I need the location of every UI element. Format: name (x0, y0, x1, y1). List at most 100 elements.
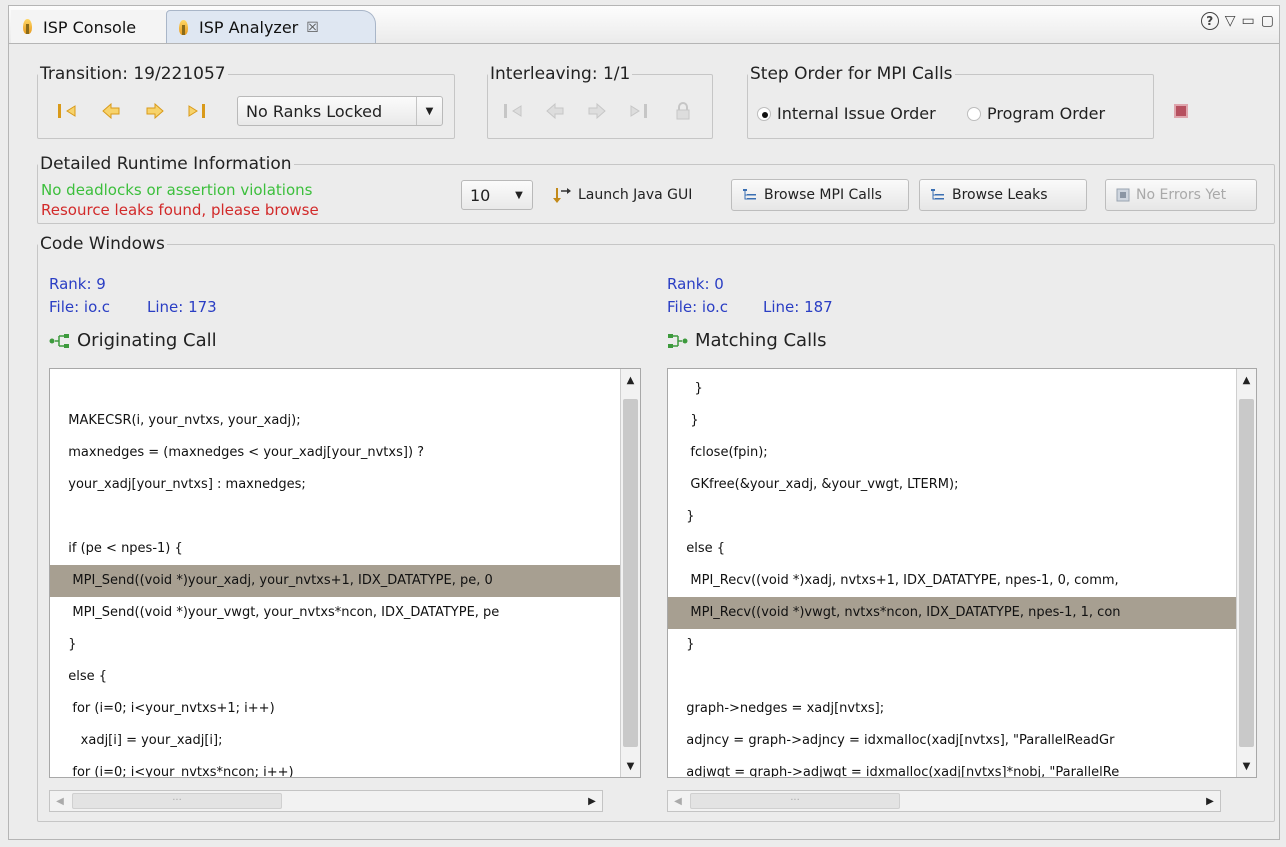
scroll-down-icon[interactable]: ▼ (621, 755, 640, 777)
stop-icon (1174, 104, 1188, 118)
close-icon[interactable]: ☒ (306, 20, 319, 36)
horizontal-scrollbar[interactable]: ◀ ··· ▶ (667, 790, 1221, 812)
lock-interleaving-button[interactable] (669, 98, 697, 124)
scroll-thumb[interactable] (1239, 399, 1254, 747)
chevron-down-icon[interactable]: ▼ (506, 181, 532, 209)
step-order-label: Step Order for MPI Calls (750, 64, 953, 84)
code-line[interactable]: MPI_Recv((void *)xadj, nvtxs+1, IDX_DATA… (668, 565, 1238, 597)
matching-calls-icon (668, 333, 688, 348)
scroll-right-icon[interactable]: ▶ (582, 791, 602, 811)
no-errors-button[interactable]: No Errors Yet (1105, 179, 1257, 211)
code-line[interactable]: } (668, 629, 1238, 661)
chevron-down-icon[interactable]: ▼ (416, 97, 442, 125)
code-line[interactable]: GKfree(&your_xadj, &your_vwgt, LTERM); (668, 469, 1238, 501)
scroll-down-icon[interactable]: ▼ (1237, 755, 1256, 777)
highlighted-code-line[interactable]: MPI_Recv((void *)vwgt, nvtxs*ncon, IDX_D… (668, 597, 1238, 629)
flame-icon (19, 18, 37, 36)
code-lines: } } fclose(fpin); GKfree(&your_xadj, &yo… (668, 369, 1238, 777)
radio-label: Program Order (987, 104, 1106, 123)
first-interleaving-button[interactable] (499, 98, 527, 124)
interleaving-label: Interleaving: 1/1 (490, 64, 631, 84)
transition-label: Transition: 19/221057 (40, 64, 226, 84)
display-count-value: 10 (470, 185, 491, 205)
prev-icon (546, 103, 564, 119)
code-line[interactable] (50, 501, 622, 533)
code-line[interactable]: xadj[i] = your_xadj[i]; (50, 725, 622, 757)
stop-button[interactable] (1167, 98, 1195, 124)
view-menu-icon[interactable]: ▽ (1225, 13, 1236, 29)
originating-code-view[interactable]: MAKECSR(i, your_nvtxs, your_xadj); maxne… (49, 368, 641, 778)
right-file: File: io.c (667, 298, 729, 316)
code-line[interactable]: maxnedges = (maxnedges < your_xadj[your_… (50, 437, 622, 469)
browse-leaks-button[interactable]: Browse Leaks (919, 179, 1087, 211)
vertical-scrollbar[interactable]: ▲ ▼ (620, 369, 640, 777)
tab-isp-analyzer[interactable]: ISP Analyzer ☒ (166, 10, 376, 44)
scroll-left-icon[interactable]: ◀ (50, 791, 70, 811)
scroll-thumb[interactable]: ··· (690, 793, 900, 809)
next-icon (588, 103, 606, 119)
tab-label: ISP Console (43, 17, 137, 37)
code-line[interactable]: if (pe < npes-1) { (50, 533, 622, 565)
code-line[interactable]: graph->nedges = xadj[nvtxs]; (668, 693, 1238, 725)
scroll-thumb[interactable]: ··· (72, 793, 282, 809)
prev-icon (102, 103, 120, 119)
first-icon (58, 104, 76, 118)
left-rank: Rank: 9 (49, 275, 106, 293)
scroll-right-icon[interactable]: ▶ (1200, 791, 1220, 811)
flame-icon (175, 19, 193, 37)
maximize-icon[interactable]: ▢ (1261, 13, 1274, 29)
minimize-icon[interactable]: ▭ (1242, 13, 1255, 29)
code-line[interactable]: } (668, 373, 1238, 405)
right-rank: Rank: 0 (667, 275, 724, 293)
help-icon[interactable]: ? (1200, 12, 1219, 30)
highlighted-code-line[interactable]: MPI_Send((void *)your_xadj, your_nvtxs+1… (50, 565, 622, 597)
prev-interleaving-button[interactable] (541, 98, 569, 124)
internal-issue-order-radio[interactable]: Internal Issue Order (757, 104, 936, 123)
launch-label: Launch Java GUI (578, 187, 693, 203)
display-count-combo[interactable]: 10 ▼ (461, 180, 533, 210)
code-line[interactable]: MAKECSR(i, your_nvtxs, your_xadj); (50, 405, 622, 437)
first-icon (504, 104, 522, 118)
code-line[interactable]: } (668, 405, 1238, 437)
code-line[interactable] (50, 373, 622, 405)
right-line: Line: 187 (763, 298, 833, 316)
code-line[interactable]: } (50, 629, 622, 661)
scroll-thumb[interactable] (623, 399, 638, 747)
window-controls: ? ▽ ▭ ▢ (1200, 12, 1274, 30)
first-transition-button[interactable] (53, 98, 81, 124)
horizontal-scrollbar[interactable]: ◀ ··· ▶ (49, 790, 603, 812)
tab-isp-console[interactable]: ISP Console (11, 10, 166, 44)
code-line[interactable]: fclose(fpin); (668, 437, 1238, 469)
last-interleaving-button[interactable] (625, 98, 653, 124)
code-line[interactable]: adjncy = graph->adjncy = idxmalloc(xadj[… (668, 725, 1238, 757)
code-windows-label: Code Windows (40, 234, 165, 254)
next-transition-button[interactable] (141, 98, 169, 124)
code-line[interactable]: adjwgt = graph->adjwgt = idxmalloc(xadj[… (668, 757, 1238, 777)
code-line[interactable]: your_xadj[your_nvtxs] : maxnedges; (50, 469, 622, 501)
prev-transition-button[interactable] (97, 98, 125, 124)
scroll-left-icon[interactable]: ◀ (668, 791, 688, 811)
program-order-radio[interactable]: Program Order (967, 104, 1105, 123)
browse-mpi-calls-button[interactable]: Browse MPI Calls (731, 179, 909, 211)
launch-java-gui-button[interactable]: Launch Java GUI (541, 179, 703, 211)
no-errors-label: No Errors Yet (1136, 187, 1227, 203)
vertical-scrollbar[interactable]: ▲ ▼ (1236, 369, 1256, 777)
code-line[interactable]: else { (668, 533, 1238, 565)
last-transition-button[interactable] (183, 98, 211, 124)
code-line[interactable]: for (i=0; i<your_nvtxs+1; i++) (50, 693, 622, 725)
code-line[interactable]: } (668, 501, 1238, 533)
scroll-up-icon[interactable]: ▲ (621, 369, 640, 391)
browse-leaks-label: Browse Leaks (952, 187, 1048, 203)
matching-calls-header: Matching Calls (667, 330, 826, 351)
left-line: Line: 173 (147, 298, 217, 316)
analyzer-panel: Transition: 19/221057 No Ranks Locked ▼ … (8, 43, 1280, 840)
code-line[interactable] (668, 661, 1238, 693)
code-line[interactable]: else { (50, 661, 622, 693)
scroll-up-icon[interactable]: ▲ (1237, 369, 1256, 391)
rank-lock-combo[interactable]: No Ranks Locked ▼ (237, 96, 443, 126)
next-interleaving-button[interactable] (583, 98, 611, 124)
matching-code-view[interactable]: } } fclose(fpin); GKfree(&your_xadj, &yo… (667, 368, 1257, 778)
code-line[interactable]: for (i=0; i<your_nvtxs*ncon; i++) (50, 757, 622, 777)
step-order-group: Step Order for MPI Calls (747, 64, 1154, 139)
code-line[interactable]: MPI_Send((void *)your_vwgt, your_nvtxs*n… (50, 597, 622, 629)
